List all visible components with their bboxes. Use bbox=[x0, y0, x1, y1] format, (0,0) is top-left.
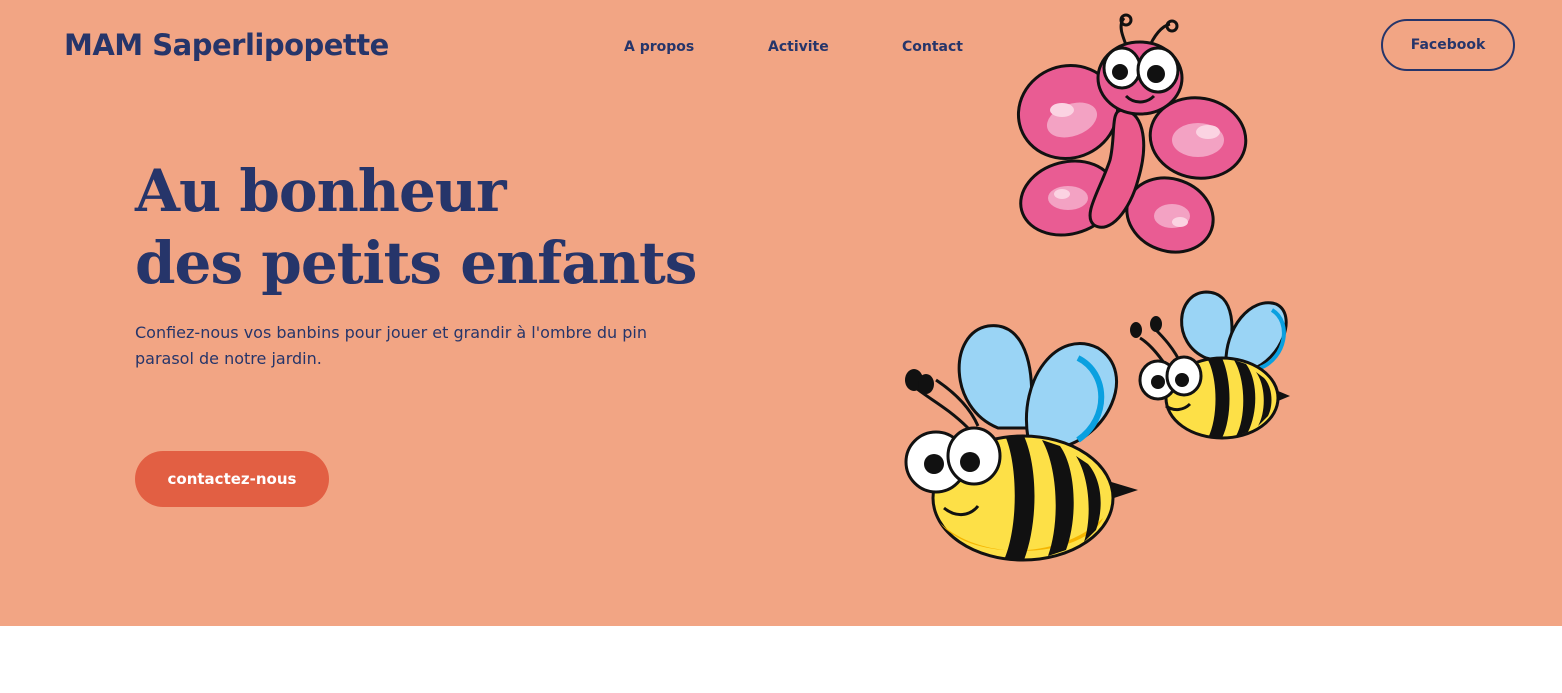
butterfly-illustration bbox=[1016, 13, 1248, 254]
hero-headline: Au bonheur des petits enfants bbox=[135, 155, 697, 299]
contact-cta-button[interactable]: contactez-nous bbox=[135, 451, 329, 507]
hero-headline-line2: des petits enfants bbox=[135, 229, 697, 297]
hero-section bbox=[0, 0, 1562, 626]
site-logo[interactable]: MAM Saperlipopette bbox=[64, 28, 389, 62]
hero-subtitle: Confiez-nous vos banbins pour jouer et g… bbox=[135, 323, 647, 368]
hero-headline-line1: Au bonheur bbox=[135, 157, 507, 225]
nav-link-activite[interactable]: Activite bbox=[768, 39, 829, 55]
facebook-button[interactable]: Facebook bbox=[1381, 19, 1515, 71]
nav-link-apropos[interactable]: A propos bbox=[624, 39, 694, 55]
bee-small-illustration bbox=[1130, 290, 1290, 440]
content-section bbox=[0, 626, 1562, 693]
bee-large-illustration bbox=[904, 324, 1138, 562]
nav-link-contact[interactable]: Contact bbox=[902, 39, 963, 55]
